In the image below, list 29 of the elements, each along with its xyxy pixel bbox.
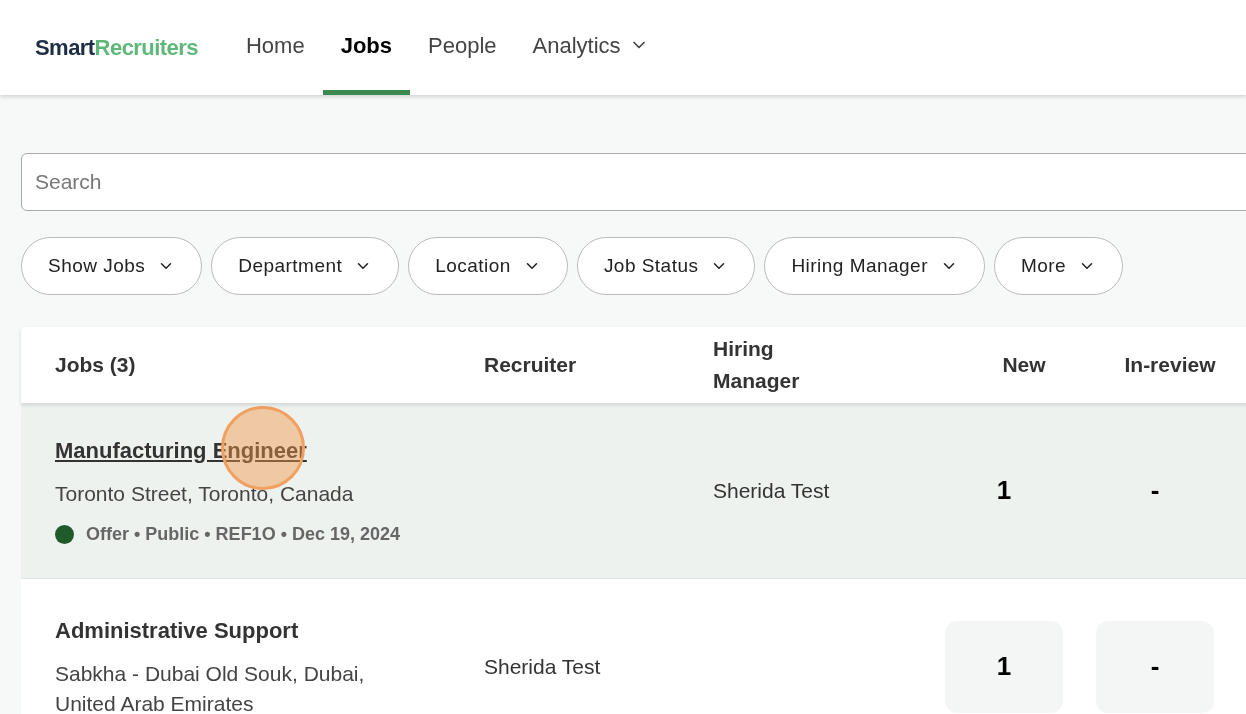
new-count[interactable]: 1 (945, 444, 1063, 537)
hiring-manager-name: Sherida Test (713, 478, 830, 502)
job-title-link[interactable]: Administrative Support (55, 614, 484, 647)
in-review-count[interactable]: - (1096, 620, 1214, 713)
filter-dropdown[interactable]: Show Jobs (21, 237, 203, 295)
nav-tab[interactable]: Analytics (514, 0, 667, 95)
in-review-count[interactable]: - (1096, 444, 1214, 537)
column-header: Jobs (3) (54, 352, 137, 379)
filter-dropdown[interactable]: Job Status (576, 237, 756, 295)
column-header: Hiring Manager (713, 336, 801, 394)
column-header: New (1001, 352, 1047, 379)
column-header: Recruiter (484, 352, 578, 379)
job-location: Sabkha - Dubai Old Souk, Dubai, United Arab Emirates (55, 661, 366, 714)
job-location: Toronto Street, Toronto, Canada (55, 480, 355, 507)
filter-dropdown[interactable]: Location (408, 237, 568, 295)
recruiter-name: Sherida Test (484, 654, 601, 678)
filter-dropdown[interactable]: Department (211, 237, 400, 295)
logo[interactable]: SmartRecruiters (35, 31, 198, 64)
job-row[interactable]: Manufacturing Engineer Toronto Street, Toronto, Canada Offer • Public • REF1O • Dec 19, 2024 Sherida Test 1 - (21, 403, 1246, 579)
new-count[interactable]: 1 (945, 620, 1063, 713)
search-field[interactable]: Search (21, 153, 1246, 211)
nav-tab[interactable]: People (410, 0, 515, 95)
filter-dropdown[interactable]: More (993, 237, 1124, 295)
job-status-text: Offer • Public • REF1O • Dec 19, 2024 (86, 522, 401, 546)
nav-tab[interactable]: Home (227, 0, 323, 95)
filter-dropdown[interactable]: Hiring Manager (764, 237, 985, 295)
job-title-link[interactable]: Manufacturing Engineer (55, 433, 484, 467)
column-header: In-review (1123, 352, 1217, 379)
nav-tab[interactable]: Jobs (322, 0, 410, 95)
